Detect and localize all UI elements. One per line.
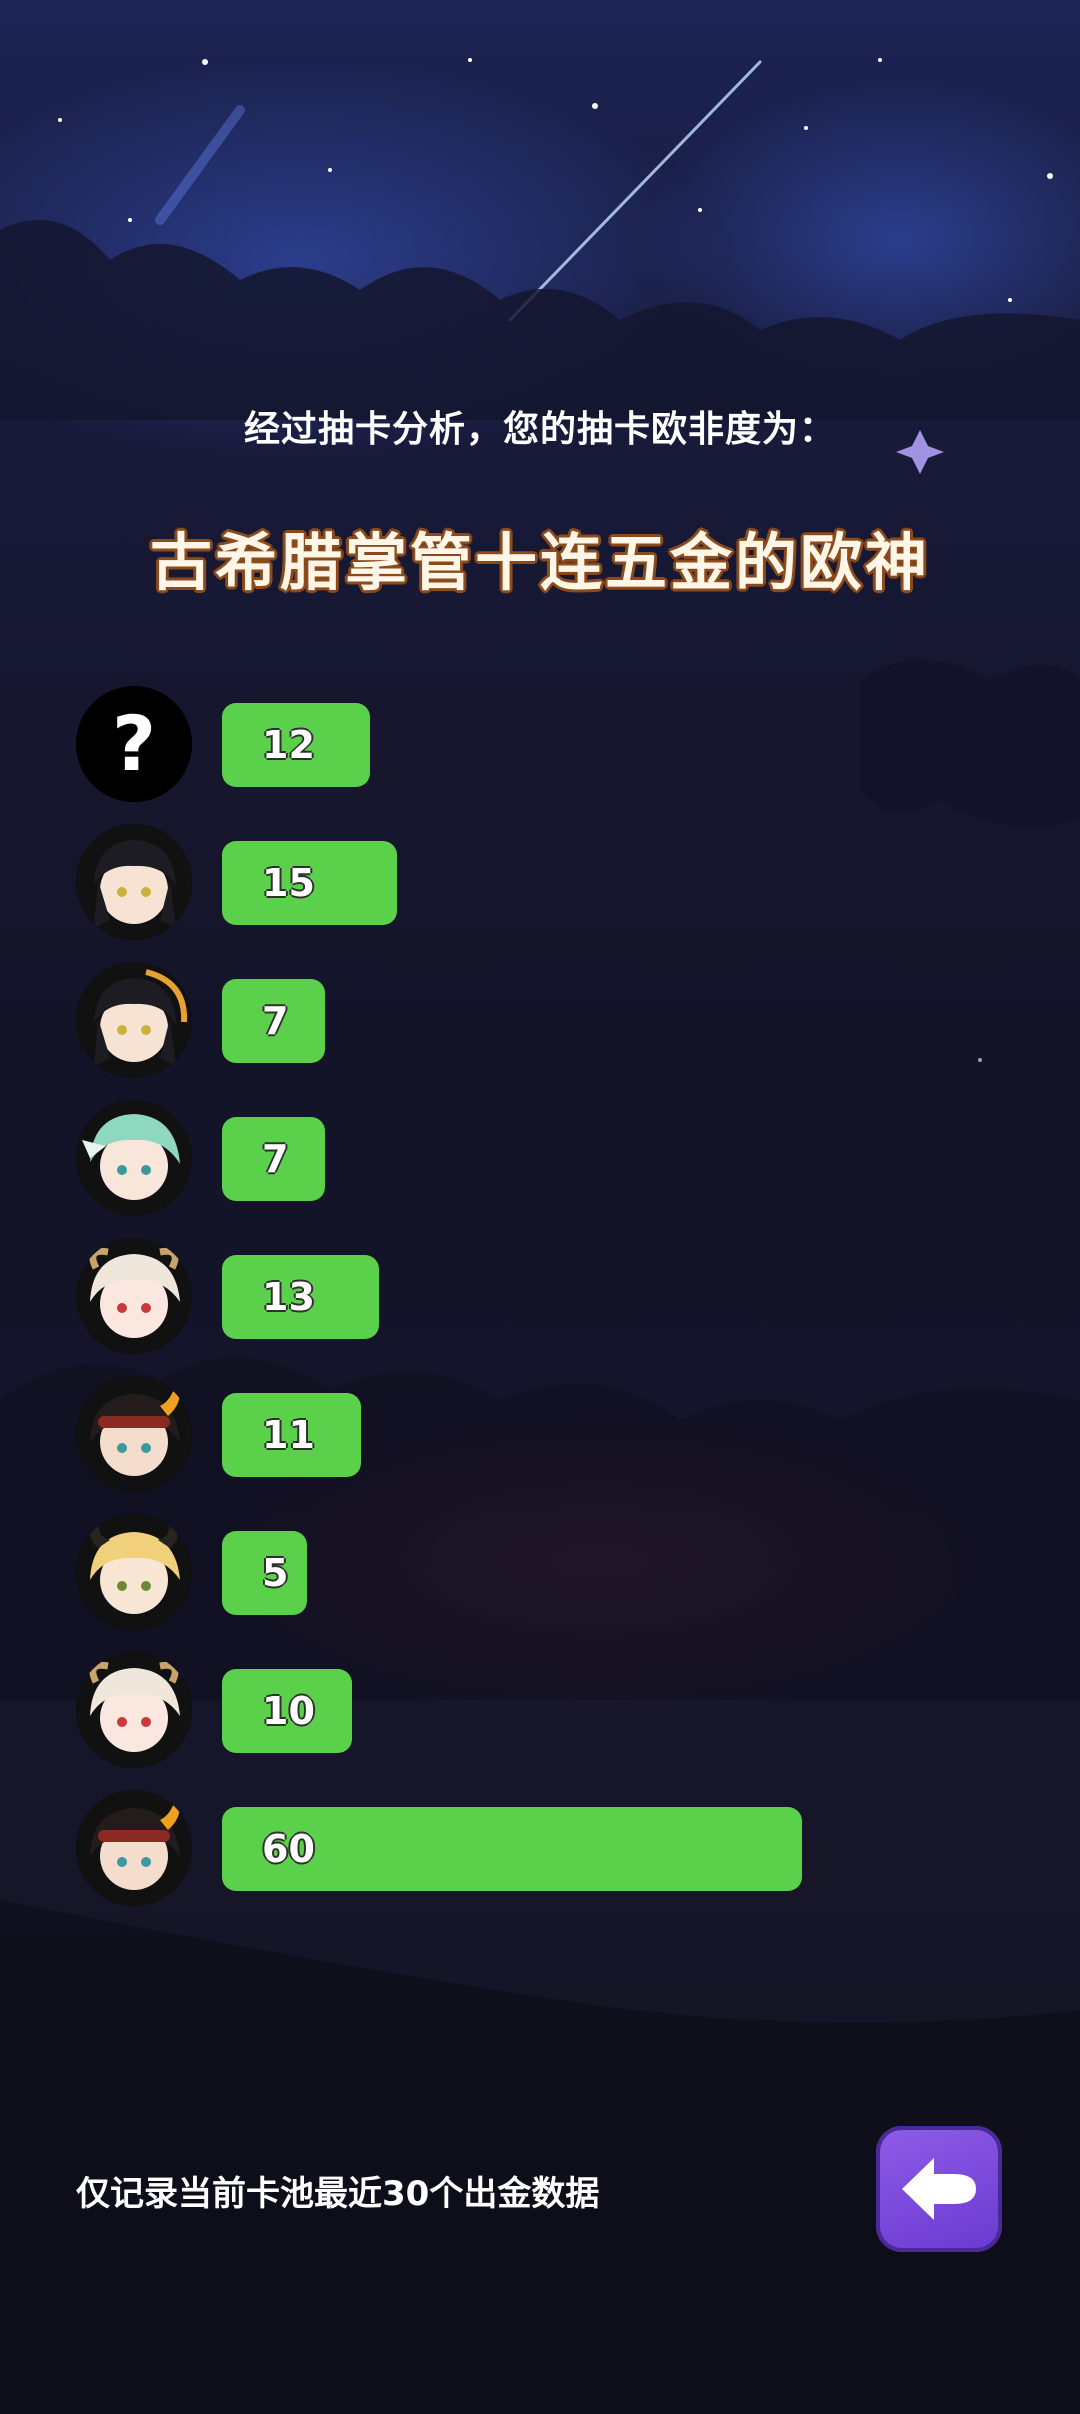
pull-row: 13 bbox=[76, 1238, 1036, 1356]
flame-crown-character-avatar bbox=[76, 1376, 192, 1492]
pull-count-label: 5 bbox=[262, 1551, 289, 1595]
green-hair-character-avatar bbox=[76, 1100, 192, 1216]
dark-hair-character-avatar bbox=[76, 962, 192, 1078]
pull-count-bar: 13 bbox=[222, 1255, 379, 1339]
back-button[interactable] bbox=[876, 2126, 1002, 2252]
pull-row: 15 bbox=[76, 824, 1036, 942]
pull-row: 7 bbox=[76, 962, 1036, 1080]
pull-row: 5 bbox=[76, 1514, 1036, 1632]
luck-rank-title: 古希腊掌管十连五金的欧神 bbox=[149, 526, 930, 599]
pull-count-bar: 7 bbox=[222, 979, 325, 1063]
svg-text:?: ? bbox=[112, 699, 156, 788]
pull-row: ? 12 bbox=[76, 686, 1036, 804]
data-scope-note: 仅记录当前卡池最近30个出金数据 bbox=[76, 2174, 600, 2214]
flame-crown-character-avatar bbox=[76, 1790, 192, 1906]
pull-count-bar: 60 bbox=[222, 1807, 802, 1891]
pull-count-bar: 7 bbox=[222, 1117, 325, 1201]
pull-row: 10 bbox=[76, 1652, 1036, 1770]
unknown-question-icon: ? bbox=[76, 686, 192, 802]
pull-count-label: 15 bbox=[262, 861, 315, 905]
white-hair-horned-character-avatar bbox=[76, 1238, 192, 1354]
pull-count-bar: 11 bbox=[222, 1393, 361, 1477]
white-hair-horned-character-avatar bbox=[76, 1652, 192, 1768]
pull-count-label: 60 bbox=[262, 1827, 315, 1871]
pull-count-label: 13 bbox=[262, 1275, 315, 1319]
pull-count-bar: 12 bbox=[222, 703, 370, 787]
pull-row: 7 bbox=[76, 1100, 1036, 1218]
pull-count-label: 7 bbox=[262, 999, 289, 1043]
pull-count-label: 10 bbox=[262, 1689, 315, 1733]
pull-count-bar: 5 bbox=[222, 1531, 307, 1615]
back-arrow-icon bbox=[902, 2158, 976, 2220]
pull-count-bar: 10 bbox=[222, 1669, 352, 1753]
pull-count-label: 12 bbox=[262, 723, 315, 767]
analysis-subtitle: 经过抽卡分析，您的抽卡欧非度为： bbox=[243, 409, 836, 450]
pull-row: 11 bbox=[76, 1376, 1036, 1494]
pull-count-bar: 15 bbox=[222, 841, 397, 925]
dark-hair-character-avatar bbox=[76, 824, 192, 940]
pull-count-label: 7 bbox=[262, 1137, 289, 1181]
pull-row: 60 bbox=[76, 1790, 1036, 1908]
pull-count-label: 11 bbox=[262, 1413, 315, 1457]
blonde-horned-character-avatar bbox=[76, 1514, 192, 1630]
